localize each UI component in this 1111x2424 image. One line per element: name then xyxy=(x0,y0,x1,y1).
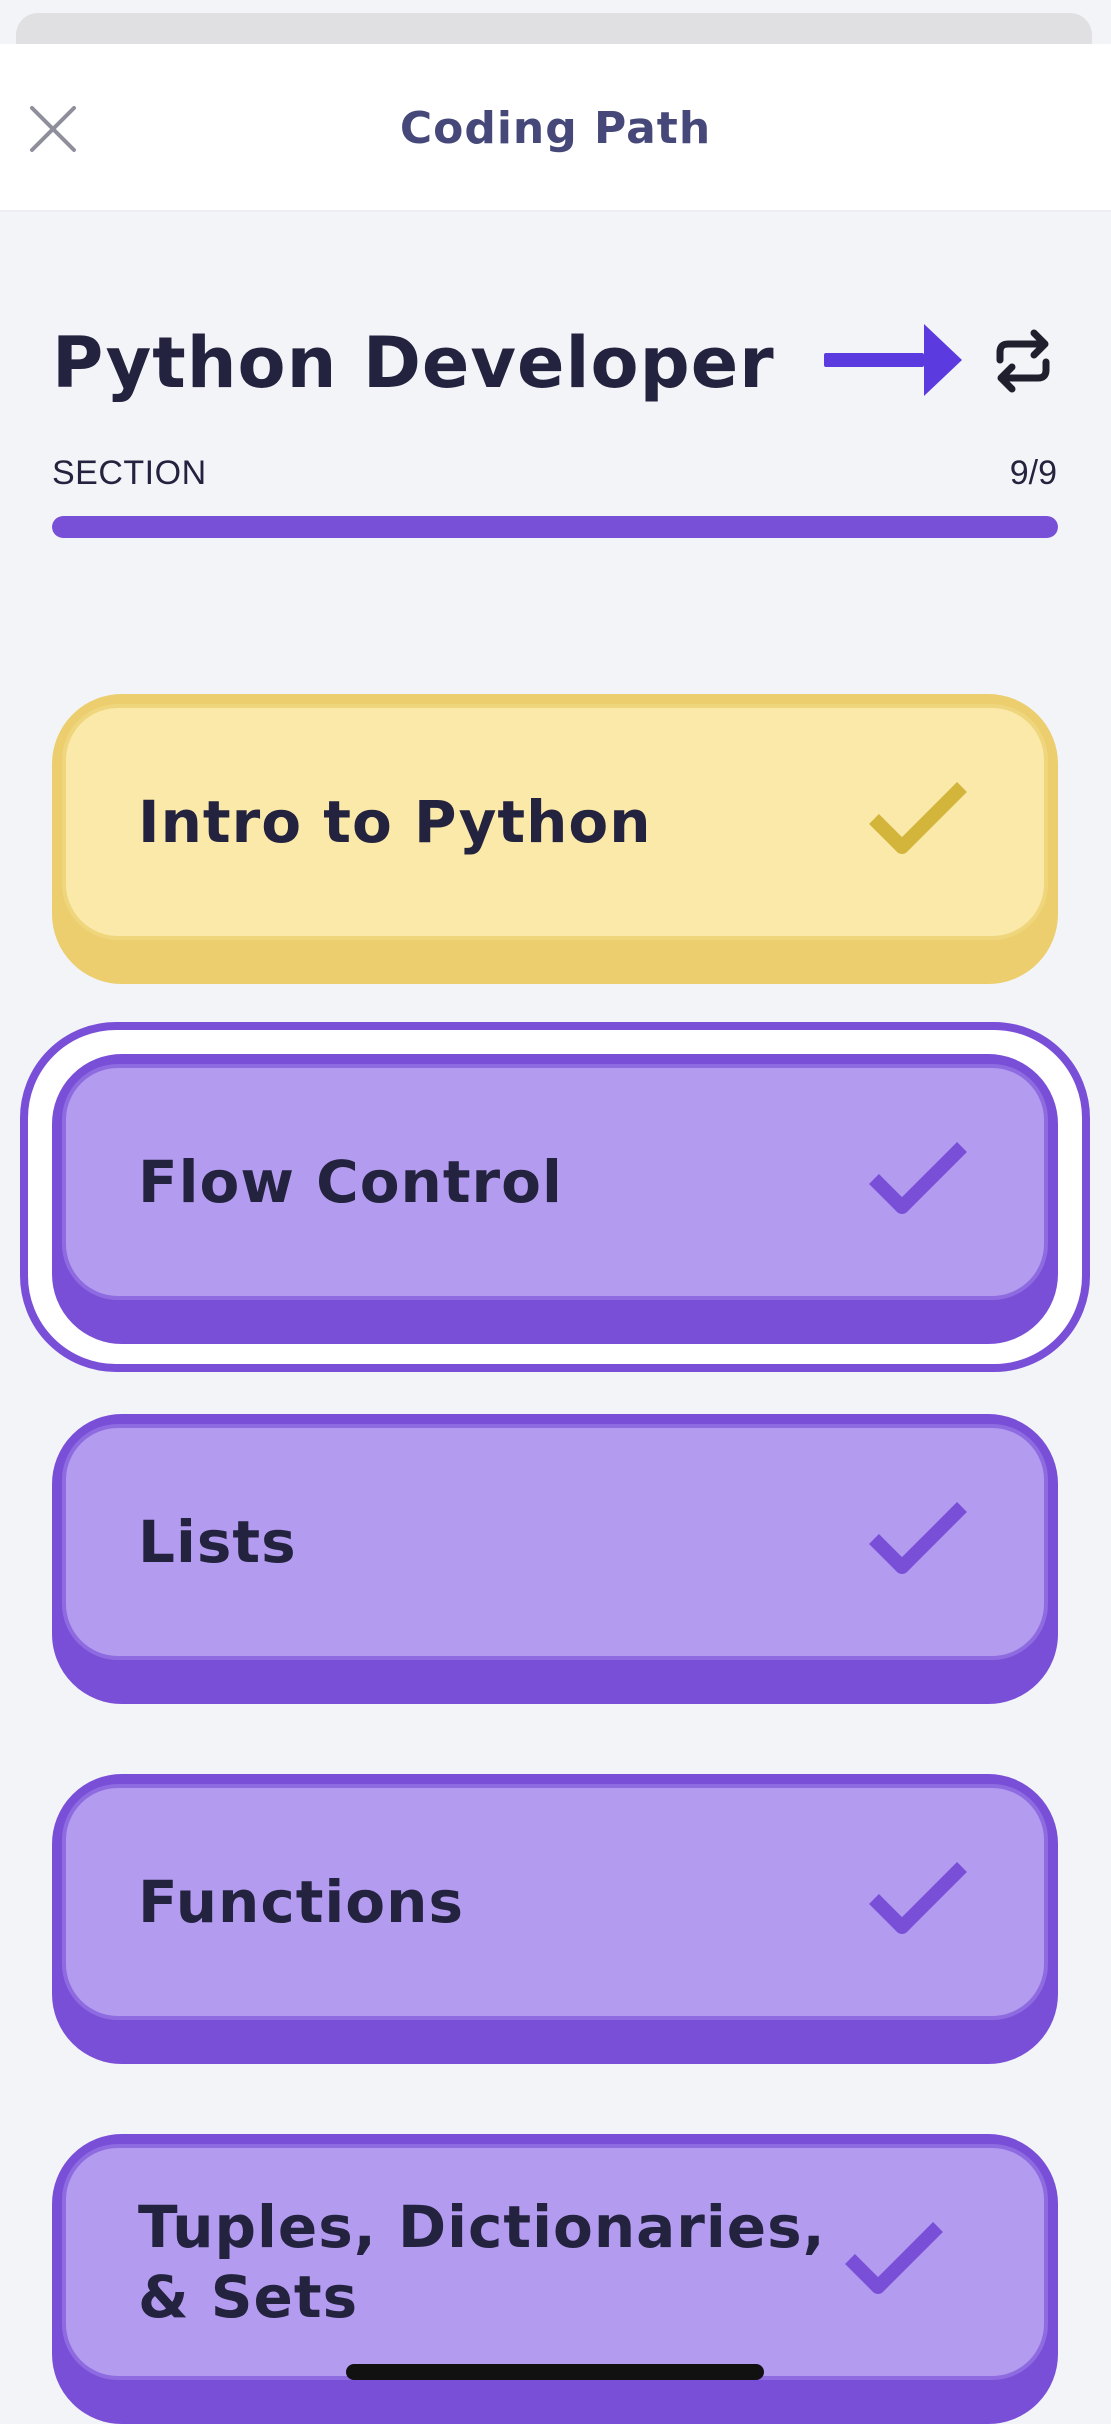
lesson-card-tuples-dictionaries-sets[interactable]: Tuples, Dictionaries, & Sets xyxy=(52,2134,1058,2424)
checkmark-icon xyxy=(869,1862,967,1934)
lesson-title: Tuples, Dictionaries, & Sets xyxy=(138,2193,826,2331)
lesson-card-intro-to-python[interactable]: Intro to Python xyxy=(52,694,1058,984)
section-progress-bar xyxy=(52,516,1058,538)
section-label: SECTION xyxy=(52,454,207,492)
lesson-title: Lists xyxy=(138,1508,297,1576)
lesson-card-face: Lists xyxy=(62,1424,1048,1660)
page-title: Coding Path xyxy=(399,103,712,154)
lesson-card-face: Tuples, Dictionaries, & Sets xyxy=(62,2144,1048,2380)
home-indicator xyxy=(346,2364,764,2380)
section-progress-fill xyxy=(52,516,1058,538)
lesson-title: Intro to Python xyxy=(138,788,652,856)
section-count: 9/9 xyxy=(1009,454,1057,492)
swap-icon xyxy=(996,329,1050,393)
lesson-card-face: Flow Control xyxy=(62,1064,1048,1300)
path-title: Python Developer xyxy=(52,322,775,404)
switch-path-button[interactable] xyxy=(990,326,1056,396)
checkmark-icon xyxy=(869,1142,967,1214)
lesson-title: Flow Control xyxy=(138,1148,563,1216)
checkmark-icon xyxy=(845,2222,943,2294)
arrow-right-icon xyxy=(824,324,962,396)
lesson-card-functions[interactable]: Functions xyxy=(52,1774,1058,2064)
header-bar: Coding Path xyxy=(0,44,1111,212)
lesson-card-flow-control[interactable]: Flow Control xyxy=(52,1054,1058,1344)
lesson-card-face: Functions xyxy=(62,1784,1048,2020)
lesson-card-face: Intro to Python xyxy=(62,704,1048,940)
lesson-card-lists[interactable]: Lists xyxy=(52,1414,1058,1704)
next-path-button[interactable] xyxy=(820,318,968,402)
checkmark-icon xyxy=(869,782,967,854)
checkmark-icon xyxy=(869,1502,967,1574)
lesson-title: Functions xyxy=(138,1868,464,1936)
